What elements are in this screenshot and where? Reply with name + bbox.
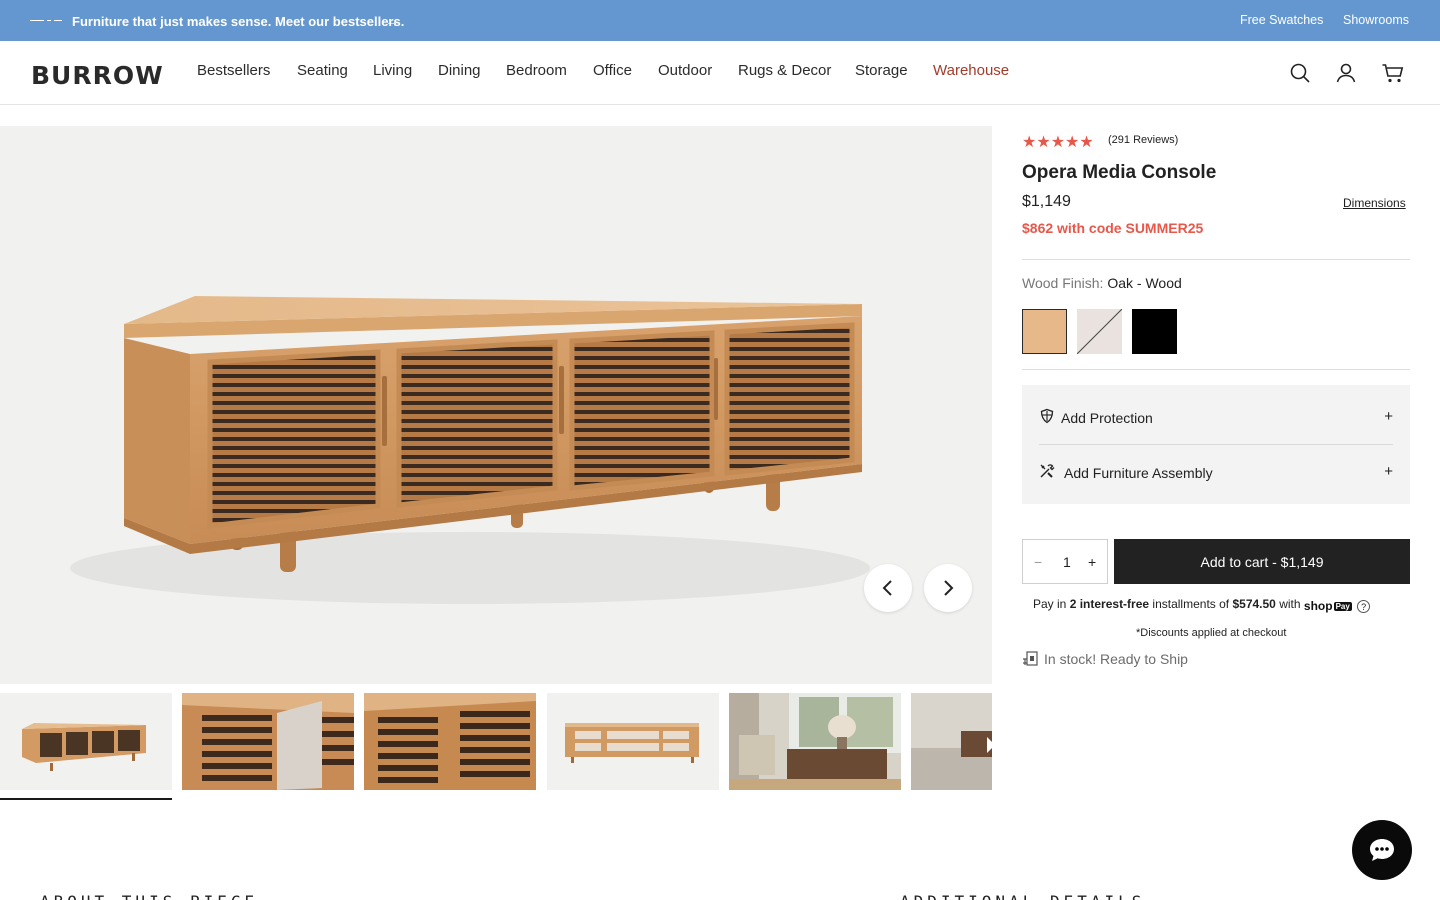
carousel-prev-button[interactable] <box>864 564 912 612</box>
delivery-icon <box>1022 650 1040 671</box>
divider <box>1022 369 1410 370</box>
promo-price: $862 with code SUMMER25 <box>1022 220 1204 236</box>
add-to-cart-button[interactable]: Add to cart - $1,149 <box>1114 539 1410 584</box>
addons-panel: Add Protection + Add Furniture Assembly … <box>1022 385 1410 504</box>
thumbnail-1[interactable] <box>0 693 172 790</box>
shoppay-logo: shop Pay <box>1304 599 1352 613</box>
dimensions-link[interactable]: Dimensions <box>1343 196 1406 210</box>
pay-bold: 2 interest-free <box>1069 597 1150 611</box>
dashes-icon <box>30 20 62 22</box>
account-icon[interactable] <box>1334 61 1358 85</box>
thumbnail-2[interactable] <box>182 693 354 790</box>
tools-icon <box>1039 463 1055 479</box>
showrooms-link[interactable]: Showrooms <box>1343 13 1409 27</box>
finish-label-text: Wood Finish: <box>1022 275 1104 291</box>
site-header: BURROW Bestsellers Seating Living Dining… <box>0 41 1440 105</box>
announcement-link[interactable]: Furniture that just makes sense. Meet ou… <box>72 14 404 29</box>
thumbnail-5[interactable] <box>729 693 901 790</box>
swatch-white[interactable] <box>1077 309 1122 354</box>
nav-seating[interactable]: Seating <box>297 62 348 79</box>
finish-value: Oak - Wood <box>1107 275 1182 291</box>
stock-label: In stock! Ready to Ship <box>1044 651 1188 667</box>
pay-with: with <box>1279 597 1301 611</box>
add-protection-label: Add Protection <box>1061 410 1153 426</box>
about-heading: ABOUT THIS PIECE <box>40 892 258 900</box>
plus-icon[interactable]: + <box>1384 408 1393 425</box>
logo[interactable]: BURROW <box>31 61 164 90</box>
cart-icon[interactable] <box>1381 61 1405 85</box>
thumbnail-3[interactable] <box>364 693 536 790</box>
plus-icon[interactable]: + <box>1384 463 1393 480</box>
nav-bestsellers[interactable]: Bestsellers <box>197 62 270 79</box>
nav-warehouse[interactable]: Warehouse <box>933 62 1009 79</box>
free-swatches-link[interactable]: Free Swatches <box>1240 13 1323 27</box>
help-icon[interactable]: ? <box>1357 600 1371 613</box>
announcement-bar: Furniture that just makes sense. Meet ou… <box>0 0 1440 41</box>
swatch-oak[interactable] <box>1022 309 1067 354</box>
details-heading: ADDITIONAL DETAILS <box>900 892 1145 900</box>
add-protection-row[interactable]: Add Protection + <box>1039 388 1393 443</box>
finish-label: Wood Finish: Oak - Wood <box>1022 275 1182 291</box>
product-price: $1,149 <box>1022 193 1071 210</box>
thumbnail-6[interactable] <box>911 693 992 790</box>
thumbnail-4[interactable] <box>547 693 719 790</box>
chat-icon <box>1370 839 1394 861</box>
nav-dining[interactable]: Dining <box>438 62 481 79</box>
product-main-image[interactable] <box>0 126 992 684</box>
nav-outdoor[interactable]: Outdoor <box>658 62 712 79</box>
thumbnail-active-indicator <box>0 798 172 800</box>
add-assembly-label: Add Furniture Assembly <box>1064 465 1213 481</box>
arrow-right-icon[interactable]: → <box>385 13 399 29</box>
discount-note: *Discounts applied at checkout <box>1136 627 1287 639</box>
shoppay-text: shop <box>1303 599 1333 613</box>
chat-button[interactable] <box>1352 820 1412 880</box>
qty-decrease-button[interactable]: − <box>1034 554 1042 570</box>
qty-value[interactable]: 1 <box>1063 554 1071 570</box>
product-title: Opera Media Console <box>1022 162 1217 183</box>
nav-bedroom[interactable]: Bedroom <box>506 62 567 79</box>
add-assembly-row[interactable]: Add Furniture Assembly + <box>1039 443 1393 498</box>
pay-amount: $574.50 <box>1232 597 1276 611</box>
shield-icon <box>1039 408 1055 424</box>
nav-rugs-decor[interactable]: Rugs & Decor <box>738 62 831 79</box>
pay-middle: installments of <box>1152 597 1230 611</box>
qty-increase-button[interactable]: + <box>1088 554 1096 570</box>
chevron-right-icon <box>944 580 954 596</box>
nav-living[interactable]: Living <box>373 62 412 79</box>
reviews-link[interactable]: (291 Reviews) <box>1108 134 1178 146</box>
quantity-stepper: − 1 + <box>1022 539 1108 584</box>
chevron-left-icon <box>882 580 892 596</box>
installments-text: Pay in 2 interest-free installments of $… <box>1033 597 1371 613</box>
rating-stars[interactable]: ★★★★★ <box>1022 132 1094 152</box>
divider <box>1022 259 1410 260</box>
search-icon[interactable] <box>1288 61 1312 85</box>
nav-storage[interactable]: Storage <box>855 62 908 79</box>
pay-prefix: Pay in <box>1033 597 1067 611</box>
nav-office[interactable]: Office <box>593 62 632 79</box>
swatch-black[interactable] <box>1132 309 1177 354</box>
carousel-next-button[interactable] <box>924 564 972 612</box>
shoppay-badge: Pay <box>1333 602 1352 611</box>
